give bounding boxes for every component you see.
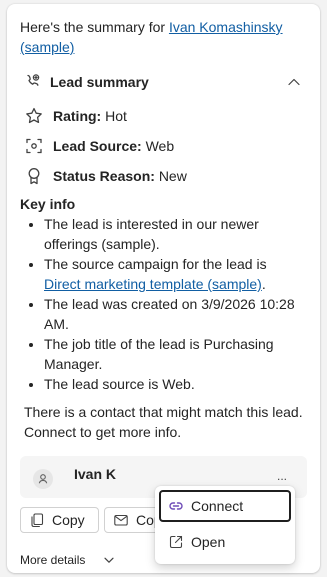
list-item: The source campaign for the lead is Dire… <box>44 254 298 294</box>
list-item-text-suffix: . <box>261 276 266 292</box>
field-value: Web <box>145 138 175 154</box>
person-icon <box>38 474 48 484</box>
contact-context-menu: Connect Open <box>155 486 295 564</box>
field-label: Lead Source: <box>53 138 142 154</box>
menu-item-open[interactable]: Open <box>159 526 291 558</box>
field-label: Rating: <box>53 108 102 124</box>
chevron-up-icon[interactable] <box>286 74 302 90</box>
more-details-label: More details <box>20 553 86 567</box>
avatar <box>33 469 53 489</box>
field-label: Status Reason: <box>53 168 155 184</box>
star-icon <box>26 107 42 124</box>
key-info-title: Key info <box>20 196 76 212</box>
campaign-link[interactable]: Direct marketing template (sample) <box>44 276 262 292</box>
list-item: The lead source is Web. <box>44 374 298 394</box>
copy-icon <box>31 513 44 528</box>
lead-summary-icon <box>27 74 40 86</box>
field-value: Hot <box>105 108 127 124</box>
list-item-text: The lead is interested in our newer offe… <box>44 216 259 252</box>
copy-button-label: Copy <box>52 512 85 528</box>
contact-match-note: There is a contact that might match this… <box>24 404 303 440</box>
field-lead-source: Lead Source: Web <box>20 134 290 158</box>
list-item-text: The source campaign for the lead is <box>44 256 267 272</box>
link-icon <box>169 502 183 510</box>
copy-button[interactable]: Copy <box>20 507 99 533</box>
more-options-button[interactable]: ... <box>273 470 291 484</box>
field-rating-text: Rating: Hot <box>53 106 127 126</box>
chevron-down-icon <box>104 557 114 563</box>
more-details-toggle[interactable]: More details <box>20 552 114 568</box>
open-in-new-icon <box>169 535 183 549</box>
list-item: The job title of the lead is Purchasing … <box>44 334 298 374</box>
list-item: The lead was created on 3/9/2026 10:28 A… <box>44 294 298 334</box>
field-value: New <box>158 168 187 184</box>
intro-text: Here's the summary for Ivan Komashinsky … <box>20 17 305 57</box>
field-status-reason: Status Reason: New <box>20 164 290 188</box>
field-lead-source-text: Lead Source: Web <box>53 136 174 156</box>
contact-name: Ivan K <box>74 466 117 482</box>
list-item-text: The lead was created on 3/9/2026 10:28 A… <box>44 296 295 332</box>
lead-summary-header[interactable]: Lead summary <box>20 68 308 96</box>
menu-item-open-label: Open <box>191 534 226 550</box>
ribbon-icon <box>28 168 40 185</box>
list-item-text: The job title of the lead is Purchasing … <box>44 336 274 372</box>
mail-icon <box>114 514 128 526</box>
intro-prefix: Here's the summary for <box>20 19 169 35</box>
list-item: The lead is interested in our newer offe… <box>44 214 298 254</box>
key-info-list: The lead is interested in our newer offe… <box>20 214 298 394</box>
lead-source-icon <box>26 138 42 154</box>
field-rating: Rating: Hot <box>20 104 290 128</box>
menu-item-connect-label: Connect <box>191 498 244 514</box>
field-status-reason-text: Status Reason: New <box>53 166 187 186</box>
menu-item-connect[interactable]: Connect <box>159 490 291 522</box>
lead-summary-title: Lead summary <box>50 74 149 90</box>
list-item-text: The lead source is Web. <box>44 376 195 392</box>
